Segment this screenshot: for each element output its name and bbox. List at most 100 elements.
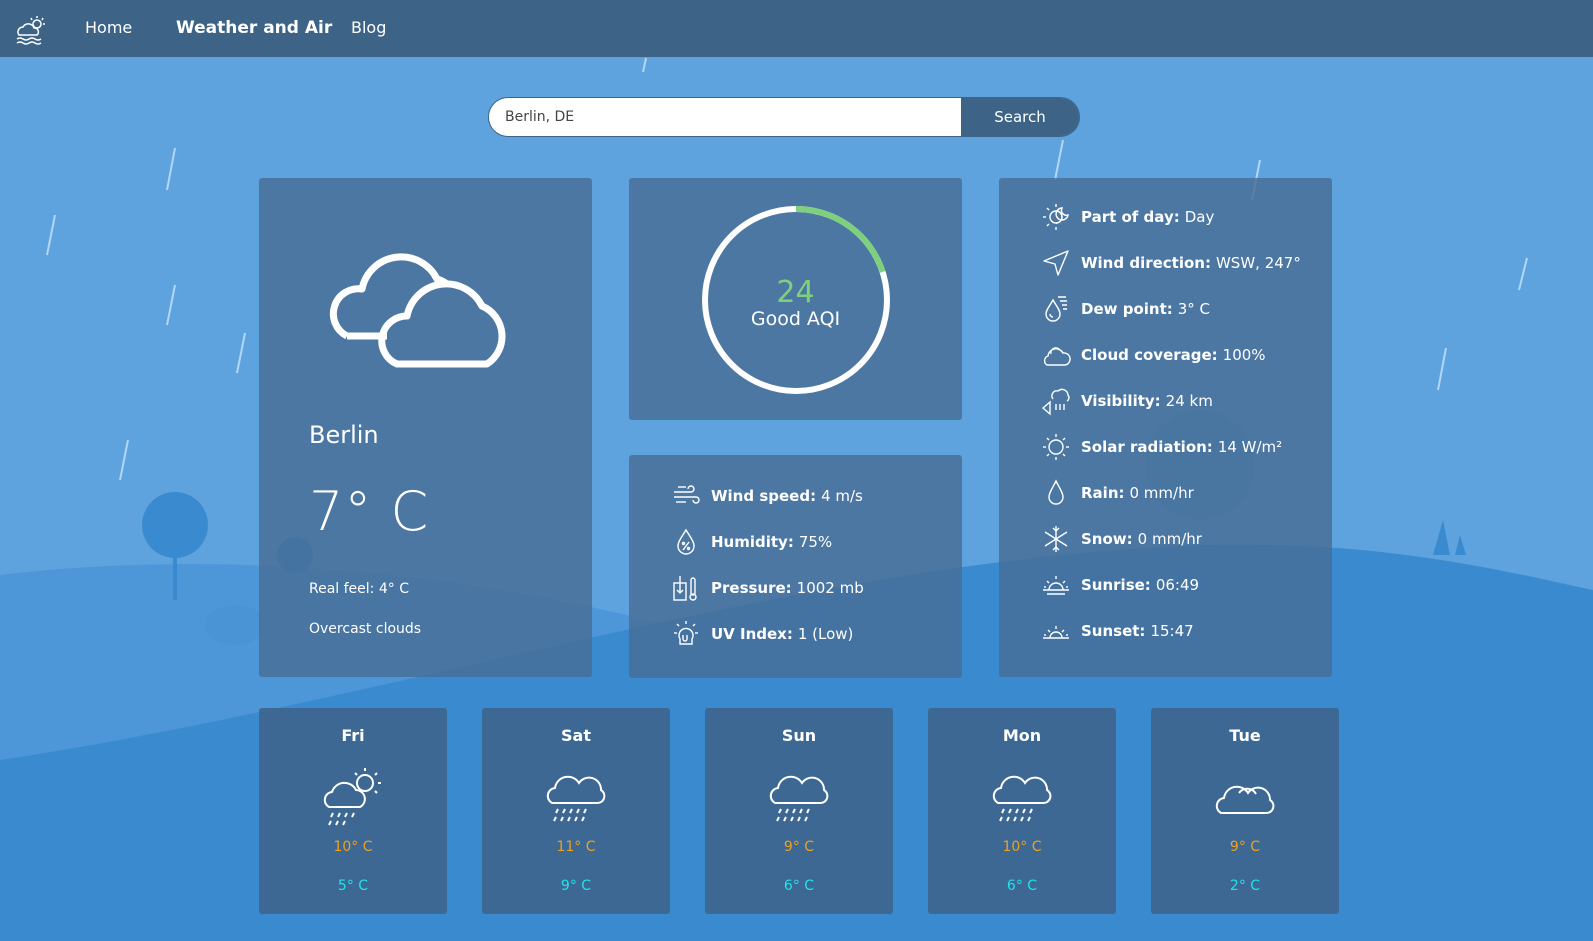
stat-row-pressure: Pressure: 1002 mb — [669, 571, 864, 605]
dew-point-icon — [1039, 292, 1073, 326]
stat-row-wind-speed: Wind speed: 4 m/s — [669, 479, 863, 513]
detail-row-visibility: Visibility: 24 km — [1039, 384, 1213, 418]
forecast-card-sat: Sat 11° C 9° C — [482, 708, 670, 914]
top-navigation: Home Weather and Air Blog — [0, 0, 1593, 57]
stat-value: 4 m/s — [821, 487, 863, 505]
city-name: Berlin — [309, 421, 379, 449]
detail-row-snow: Snow: 0 mm/hr — [1039, 522, 1202, 556]
detail-row-dew-point: Dew point: 3° C — [1039, 292, 1210, 326]
current-weather-card: Berlin 7° C Real feel: 4° C Overcast clo… — [259, 178, 592, 677]
detail-value: Day — [1184, 208, 1215, 226]
current-temperature: 7° C — [309, 480, 430, 543]
real-feel: Real feel: 4° C — [309, 581, 409, 597]
humidity-icon — [669, 525, 703, 559]
wind-direction-icon — [1039, 246, 1073, 280]
conditions-card: Wind speed: 4 m/s Humidity: 75% Pressure: 1… — [629, 455, 962, 678]
detail-label: Visibility: — [1081, 392, 1161, 410]
detail-label: Snow: — [1081, 530, 1133, 548]
detail-value: 24 km — [1165, 392, 1213, 410]
rain-icon — [1039, 476, 1073, 510]
detail-value: 100% — [1222, 346, 1266, 364]
detail-value: 3° C — [1177, 300, 1211, 318]
forecast-day: Mon — [1002, 726, 1042, 745]
detail-row-rain: Rain: 0 mm/hr — [1039, 476, 1194, 510]
detail-row-cloud-coverage: Cloud coverage: 100% — [1039, 338, 1266, 372]
part-of-day-icon — [1039, 200, 1073, 234]
forecast-low: 6° C — [1006, 878, 1038, 894]
cloud-coverage-icon — [1039, 338, 1073, 372]
nav-blog-link[interactable]: Blog — [351, 18, 386, 37]
solar-radiation-icon — [1039, 430, 1073, 464]
nav-home-link[interactable]: Home — [85, 18, 132, 37]
cloud-rain-icon — [992, 775, 1052, 822]
sunrise-icon — [1039, 568, 1073, 602]
forecast-high: 9° C — [1229, 839, 1261, 855]
stat-label: Pressure: — [711, 579, 792, 597]
forecast-high: 10° C — [1002, 839, 1042, 855]
details-card: Part of day: Day Wind direction: WSW, 247°… — [999, 178, 1332, 677]
forecast-day: Sat — [561, 726, 591, 745]
detail-row-sunset: Sunset: 15:47 — [1039, 614, 1194, 648]
forecast-card-tue: Tue 9° C 2° C — [1151, 708, 1339, 914]
detail-label: Solar radiation: — [1081, 438, 1213, 456]
detail-label: Sunrise: — [1081, 576, 1151, 594]
detail-label: Rain: — [1081, 484, 1125, 502]
forecast-high: 10° C — [333, 839, 373, 855]
forecast-high: 11° C — [556, 839, 596, 855]
forecast-low: 5° C — [337, 878, 369, 894]
detail-value: 14 W/m² — [1217, 438, 1283, 456]
pressure-icon — [669, 571, 703, 605]
detail-value: 15:47 — [1150, 622, 1194, 640]
forecast-card-sun: Sun 9° C 6° C — [705, 708, 893, 914]
weather-description: Overcast clouds — [309, 621, 422, 637]
stat-row-humidity: Humidity: 75% — [669, 525, 832, 559]
weather-logo-icon[interactable] — [14, 13, 48, 45]
detail-label: Dew point: — [1081, 300, 1173, 318]
detail-label: Sunset: — [1081, 622, 1146, 640]
detail-value: 06:49 — [1155, 576, 1200, 594]
uv-index-icon — [669, 617, 703, 651]
forecast-low: 6° C — [783, 878, 815, 894]
detail-row-part-of-day: Part of day: Day — [1039, 200, 1214, 234]
aqi-value: 24 — [776, 275, 815, 310]
stat-label: Wind speed: — [711, 487, 817, 505]
detail-row-solar-radiation: Solar radiation: 14 W/m² — [1039, 430, 1282, 464]
wind-icon — [669, 479, 703, 513]
stat-label: Humidity: — [711, 533, 794, 551]
stat-value: 1002 mb — [796, 579, 864, 597]
detail-value: 0 mm/hr — [1137, 530, 1202, 548]
nav-weather-and-air-link[interactable]: Weather and Air — [176, 18, 332, 38]
sunset-icon — [1039, 614, 1073, 648]
detail-row-sunrise: Sunrise: 06:49 — [1039, 568, 1199, 602]
snow-icon — [1039, 522, 1073, 556]
forecast-low: 9° C — [560, 878, 592, 894]
cloud-rain-icon — [769, 775, 829, 822]
forecast-low: 2° C — [1229, 878, 1261, 894]
cloud-rain-icon — [546, 775, 606, 822]
detail-value: WSW, 247° — [1215, 254, 1301, 272]
aqi-card: 24 Good AQI — [629, 178, 962, 420]
forecast-day: Sun — [781, 726, 817, 745]
sun-cloud-rain-icon — [323, 768, 381, 826]
detail-label: Cloud coverage: — [1081, 346, 1218, 364]
cloud-icon — [1215, 785, 1275, 814]
detail-row-wind-direction: Wind direction: WSW, 247° — [1039, 246, 1301, 280]
detail-label: Part of day: — [1081, 208, 1180, 226]
search-input[interactable] — [489, 98, 961, 136]
search-button[interactable]: Search — [961, 98, 1079, 136]
overcast-clouds-icon — [329, 253, 506, 368]
stat-value: 75% — [798, 533, 833, 551]
stat-value: 1 (Low) — [797, 625, 854, 643]
forecast-card-mon: Mon 10° C 6° C — [928, 708, 1116, 914]
forecast-day: Fri — [341, 726, 365, 745]
aqi-label: Good AQI — [750, 308, 841, 330]
forecast-card-fri: Fri 10° C 5° C — [259, 708, 447, 914]
detail-label: Wind direction: — [1081, 254, 1211, 272]
stat-row-uv-index: UV Index: 1 (Low) — [669, 617, 853, 651]
visibility-icon — [1039, 384, 1073, 418]
detail-value: 0 mm/hr — [1129, 484, 1194, 502]
forecast-day: Tue — [1229, 726, 1261, 745]
forecast-high: 9° C — [783, 839, 815, 855]
stat-label: UV Index: — [711, 625, 793, 643]
search-bar: Search — [488, 97, 1080, 137]
